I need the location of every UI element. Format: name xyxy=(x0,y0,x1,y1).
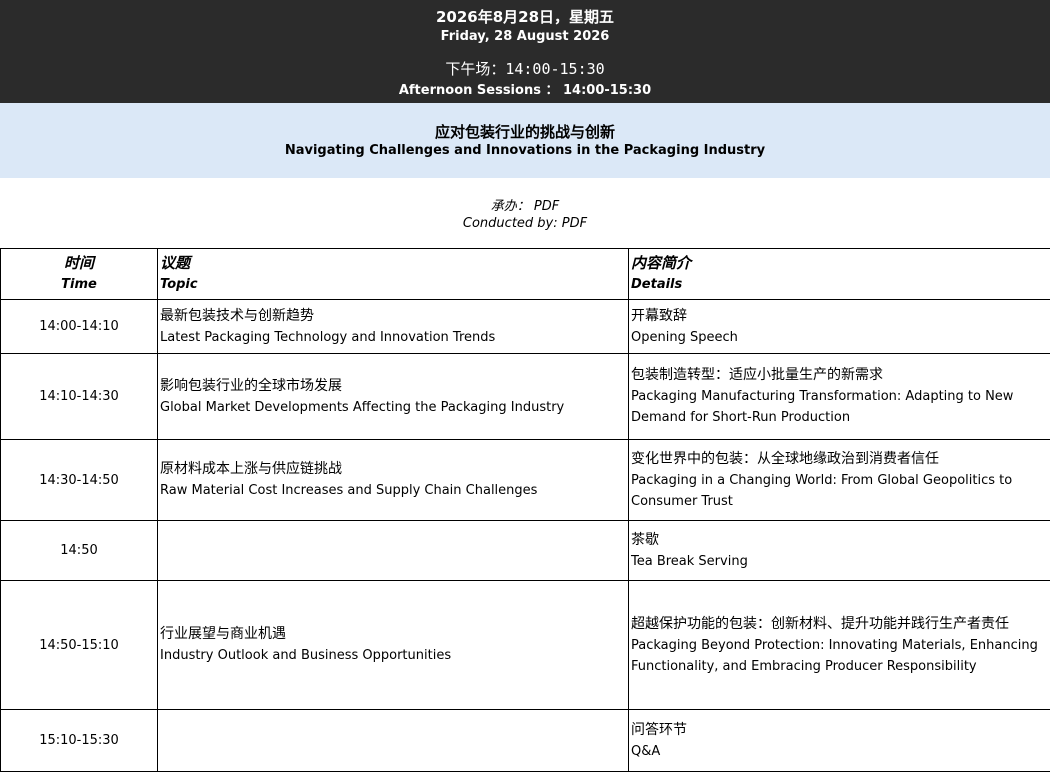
header-time-en: Time xyxy=(61,277,97,292)
header-details-en: Details xyxy=(631,277,683,292)
row-topic xyxy=(157,520,629,581)
row-time: 14:30-14:50 xyxy=(0,439,158,521)
row-topic xyxy=(157,709,629,772)
row-details: 变化世界中的包装：从全球地缘政治到消费者信任 Packaging in a Ch… xyxy=(628,439,1050,521)
table-row: 14:00-14:10 最新包装技术与创新趋势 Latest Packaging… xyxy=(0,299,1050,354)
details-en: Packaging Beyond Protection: Innovating … xyxy=(631,637,1038,674)
row-time: 15:10-15:30 xyxy=(0,709,158,772)
topic-en: Global Market Developments Affecting the… xyxy=(160,399,565,415)
row-details: 问答环节 Q&A xyxy=(628,709,1050,772)
title-band: 应对包装行业的挑战与创新 Navigating Challenges and I… xyxy=(0,103,1050,178)
conducted-en: Conducted by: PDF xyxy=(462,216,588,231)
conducted-by: 承办： PDF Conducted by: PDF xyxy=(0,178,1050,248)
row-details: 开幕致辞 Opening Speech xyxy=(628,299,1050,354)
row-time: 14:50-15:10 xyxy=(0,580,158,710)
details-en: Opening Speech xyxy=(631,329,738,345)
row-details: 茶歇 Tea Break Serving xyxy=(628,520,1050,581)
details-zh: 超越保护功能的包装：创新材料、提升功能并践行生产者责任 xyxy=(631,615,1009,632)
table-row: 15:10-15:30 问答环节 Q&A xyxy=(0,709,1050,772)
topic-zh: 影响包装行业的全球市场发展 xyxy=(160,377,342,394)
topic-en: Raw Material Cost Increases and Supply C… xyxy=(160,483,538,498)
row-topic: 影响包装行业的全球市场发展 Global Market Developments… xyxy=(157,353,629,440)
details-en: Packaging in a Changing World: From Glob… xyxy=(631,472,1013,509)
title-en: Navigating Challenges and Innovations in… xyxy=(284,143,766,158)
header-time: 时间 Time xyxy=(0,248,158,300)
row-time: 14:50 xyxy=(0,520,158,581)
header-topic-zh: 议题 xyxy=(160,254,191,272)
title-zh: 应对包装行业的挑战与创新 xyxy=(434,123,615,141)
table-header-row: 时间 Time 议题 Topic 内容简介 Details xyxy=(0,248,1050,300)
details-zh: 茶歇 xyxy=(631,531,659,548)
row-time: 14:00-14:10 xyxy=(0,299,158,354)
row-topic: 最新包装技术与创新趋势 Latest Packaging Technology … xyxy=(157,299,629,354)
table-row: 14:50 茶歇 Tea Break Serving xyxy=(0,520,1050,581)
conducted-zh: 承办： PDF xyxy=(490,199,560,214)
table-row: 14:10-14:30 影响包装行业的全球市场发展 Global Market … xyxy=(0,353,1050,440)
agenda-table: 时间 Time 议题 Topic 内容简介 Details 14:00-14:1… xyxy=(0,248,1050,772)
table-row: 14:30-14:50 原材料成本上涨与供应链挑战 Raw Material C… xyxy=(0,439,1050,521)
topic-en: Industry Outlook and Business Opportunit… xyxy=(160,648,452,663)
row-details: 包装制造转型：适应小批量生产的新需求 Packaging Manufacturi… xyxy=(628,353,1050,440)
date-zh: 2026年8月28日，星期五 xyxy=(435,8,615,26)
header-details-zh: 内容简介 xyxy=(631,254,692,272)
header-time-zh: 时间 xyxy=(63,254,94,272)
details-zh: 开幕致辞 xyxy=(631,307,687,324)
table-row: 14:50-15:10 行业展望与商业机遇 Industry Outlook a… xyxy=(0,580,1050,710)
details-en: Q&A xyxy=(631,743,661,759)
row-details: 超越保护功能的包装：创新材料、提升功能并践行生产者责任 Packaging Be… xyxy=(628,580,1050,710)
details-zh: 变化世界中的包装：从全球地缘政治到消费者信任 xyxy=(631,450,939,467)
date-en: Friday, 28 August 2026 xyxy=(440,29,610,44)
topic-zh: 最新包装技术与创新趋势 xyxy=(160,307,314,324)
topic-en: Latest Packaging Technology and Innovati… xyxy=(160,329,496,345)
details-zh: 问答环节 xyxy=(631,721,687,738)
details-en: Tea Break Serving xyxy=(631,553,748,569)
date-header: 2026年8月28日，星期五 Friday, 28 August 2026 下午… xyxy=(0,0,1050,103)
session-en: Afternoon Sessions ： 14:00-15:30 xyxy=(398,83,652,98)
session-zh: 下午场：14:00-15:30 xyxy=(445,60,605,78)
row-topic: 原材料成本上涨与供应链挑战 Raw Material Cost Increase… xyxy=(157,439,629,521)
topic-zh: 原材料成本上涨与供应链挑战 xyxy=(160,461,342,477)
header-topic: 议题 Topic xyxy=(157,248,629,300)
details-en: Packaging Manufacturing Transformation: … xyxy=(631,389,1014,425)
details-zh: 包装制造转型：适应小批量生产的新需求 xyxy=(631,367,883,383)
header-topic-en: Topic xyxy=(160,277,198,292)
header-details: 内容简介 Details xyxy=(628,248,1050,300)
row-time: 14:10-14:30 xyxy=(0,353,158,440)
topic-zh: 行业展望与商业机遇 xyxy=(160,626,286,642)
row-topic: 行业展望与商业机遇 Industry Outlook and Business … xyxy=(157,580,629,710)
